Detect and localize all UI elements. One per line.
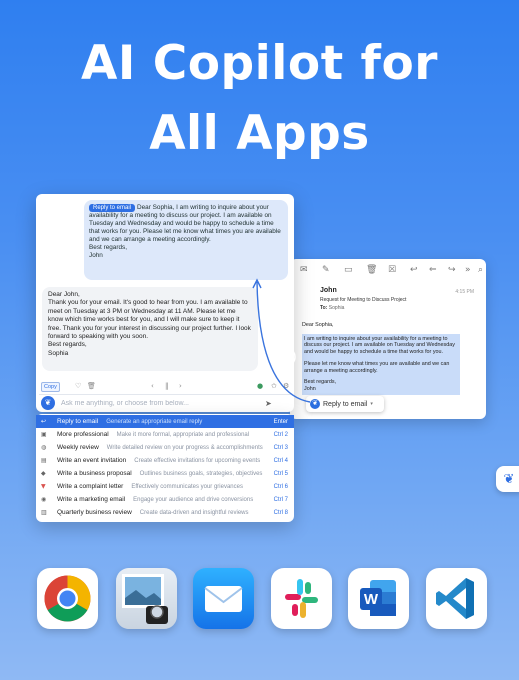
settings-icon[interactable]: ⚙ (283, 382, 289, 390)
mail-sender: John (320, 287, 337, 294)
trash-icon[interactable]: 🗑 (366, 265, 377, 275)
prompt-item-more-professional[interactable]: ▣ More professional Make it more formal,… (36, 428, 294, 441)
mail-greeting: Dear Sophia, (302, 322, 334, 328)
delete-icon[interactable]: 🗑 (87, 382, 96, 390)
feather-logo-icon: ❦ (310, 399, 320, 409)
more-icon[interactable]: » (465, 265, 471, 275)
reply-icon[interactable]: ↩ (410, 265, 418, 275)
prompt-item-marketing-email[interactable]: ◉ Write a marketing email Engage your au… (36, 493, 294, 506)
feather-logo-icon: ❦ (41, 396, 55, 410)
chart-icon: ▥ (41, 509, 47, 516)
prev-icon[interactable]: ‹ (151, 382, 154, 390)
copilot-panel: Reply to email Dear Sophia, I am writing … (36, 194, 294, 412)
reply-all-icon[interactable]: ⇐ (429, 265, 437, 275)
hero-title-line1: AI Copilot for (81, 36, 438, 91)
prompt-item-reply-to-email[interactable]: ↩ Reply to email Generate an appropriate… (36, 415, 294, 428)
mail-toolbar: ✉ ✎ ▭ 🗑 ☒ ↩ ⇐ ↪ » ⌕ (298, 265, 483, 279)
copy-button[interactable]: Copy (41, 382, 60, 392)
reply-to-email-chip[interactable]: ❦ Reply to email ▾ (306, 396, 384, 412)
mail-selected-text: I am writing to inquire about your avail… (302, 333, 460, 395)
prompt-item-complaint-letter[interactable]: ▼ Write a complaint letter Effectively c… (36, 480, 294, 493)
briefcase-icon: ▣ (41, 431, 47, 438)
user-message-bubble: Reply to email Dear Sophia, I am writing … (84, 200, 288, 280)
mail-time: 4:15 PM (455, 289, 474, 295)
vscode-icon[interactable] (426, 568, 487, 629)
search-icon[interactable]: ⌕ (478, 265, 483, 275)
next-icon[interactable]: › (179, 382, 182, 390)
send-icon[interactable]: ➤ (265, 399, 272, 408)
prompt-list: ↩ Reply to email Generate an appropriate… (36, 414, 294, 522)
slack-icon[interactable] (271, 568, 332, 629)
complaint-icon: ▼ (41, 483, 46, 490)
chrome-icon[interactable] (37, 568, 98, 629)
prompt-item-quarterly-review[interactable]: ▥ Quarterly business review Create data-… (36, 506, 294, 519)
heart-icon[interactable]: ♡ (75, 382, 81, 390)
side-launcher-feather-icon[interactable]: ❦ (496, 466, 519, 492)
mail-subject: Request for Meeting to Discuss Project (320, 297, 407, 303)
reply-icon: ↩ (41, 418, 47, 425)
prompt-input-row: ❦ ➤ (39, 394, 291, 411)
response-actions: Copy ♡ 🗑 ‹ ‖ › ● ✩ ⚙ (41, 382, 289, 392)
marketing-icon: ◉ (41, 496, 47, 503)
status-dot-icon: ● (257, 382, 264, 390)
word-icon[interactable]: W (348, 568, 409, 629)
archive-icon[interactable]: ▭ (344, 265, 353, 275)
prompt-item-business-proposal[interactable]: ◆ Write a business proposal Outlines bus… (36, 467, 294, 480)
preview-icon[interactable] (116, 568, 177, 629)
app-dock: W (0, 568, 519, 632)
calendar-icon: ▤ (41, 457, 47, 464)
review-icon: ◍ (41, 444, 47, 451)
proposal-icon: ◆ (41, 470, 46, 477)
compose-icon[interactable]: ✉ (300, 265, 308, 275)
pin-icon[interactable]: ✩ (271, 382, 277, 390)
edit-icon[interactable]: ✎ (322, 265, 330, 275)
reply-tag: Reply to email (89, 204, 136, 212)
prompt-input[interactable] (61, 399, 261, 407)
prompt-item-weekly-review[interactable]: ◍ Weekly review Write detailed review on… (36, 441, 294, 454)
mail-body: Dear Sophia, I am writing to inquire abo… (302, 322, 460, 395)
hero-title-line2: All Apps (149, 106, 370, 161)
mail-window: ✉ ✎ ▭ 🗑 ☒ ↩ ⇐ ↪ » ⌕ John 4:15 PM Request… (290, 259, 486, 419)
forward-icon[interactable]: ↪ (448, 265, 456, 275)
ai-response-bubble: Dear John, Thank you for your email. It'… (42, 287, 258, 371)
pause-icon[interactable]: ‖ (165, 382, 169, 390)
junk-icon[interactable]: ☒ (388, 265, 396, 275)
svg-text:W: W (364, 591, 379, 608)
mail-icon[interactable] (193, 568, 254, 629)
chevron-down-icon: ▾ (370, 401, 373, 407)
prompt-item-event-invitation[interactable]: ▤ Write an event invitation Create effec… (36, 454, 294, 467)
mail-recipient: To: Sophia (320, 305, 345, 311)
